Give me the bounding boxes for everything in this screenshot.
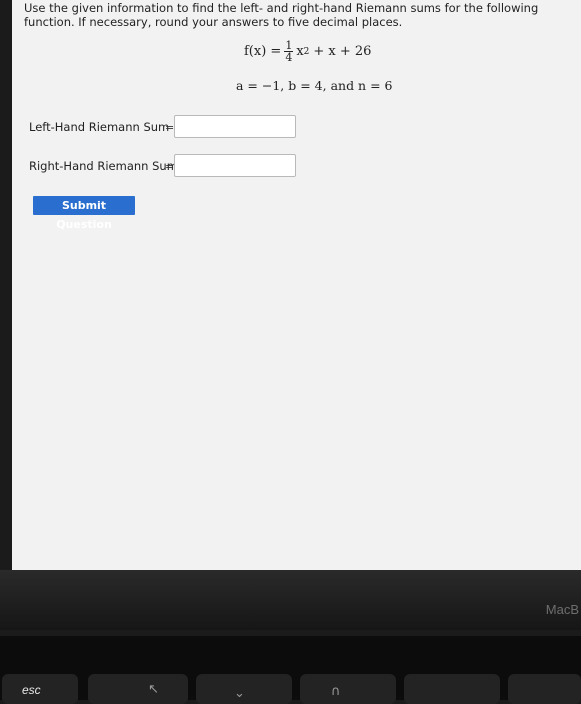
- left-sum-input[interactable]: [174, 115, 296, 138]
- formula-term: x: [296, 44, 304, 59]
- esc-key-label: esc: [22, 683, 41, 697]
- function-formula: f(x) = 1 4 x2 + x + 26: [244, 40, 371, 63]
- brightness-icon: ↖: [148, 682, 159, 697]
- key-icon: ∩: [331, 684, 341, 699]
- formula-fraction: 1 4: [284, 40, 294, 64]
- keyboard: [0, 636, 581, 704]
- submit-question-button[interactable]: Submit Question: [33, 196, 135, 231]
- right-sum-input[interactable]: [174, 154, 296, 177]
- left-sum-label: Left-Hand Riemann Sum: [29, 120, 170, 134]
- formula-rest: + x + 26: [313, 44, 372, 59]
- laptop-brand-text: MacB: [545, 602, 579, 617]
- formula-lhs: f(x) =: [244, 44, 282, 59]
- key-icon: ⌄: [234, 686, 245, 701]
- interval-parameters: a = −1, b = 4, and n = 6: [236, 78, 393, 93]
- fraction-denominator: 4: [285, 51, 293, 64]
- laptop-bezel: [0, 570, 581, 630]
- right-sum-equals: =: [165, 160, 175, 173]
- left-sum-equals: =: [165, 121, 175, 134]
- formula-exponent: 2: [303, 46, 310, 57]
- question-instructions: Use the given information to find the le…: [24, 1, 539, 29]
- right-sum-label: Right-Hand Riemann Sum: [29, 159, 178, 173]
